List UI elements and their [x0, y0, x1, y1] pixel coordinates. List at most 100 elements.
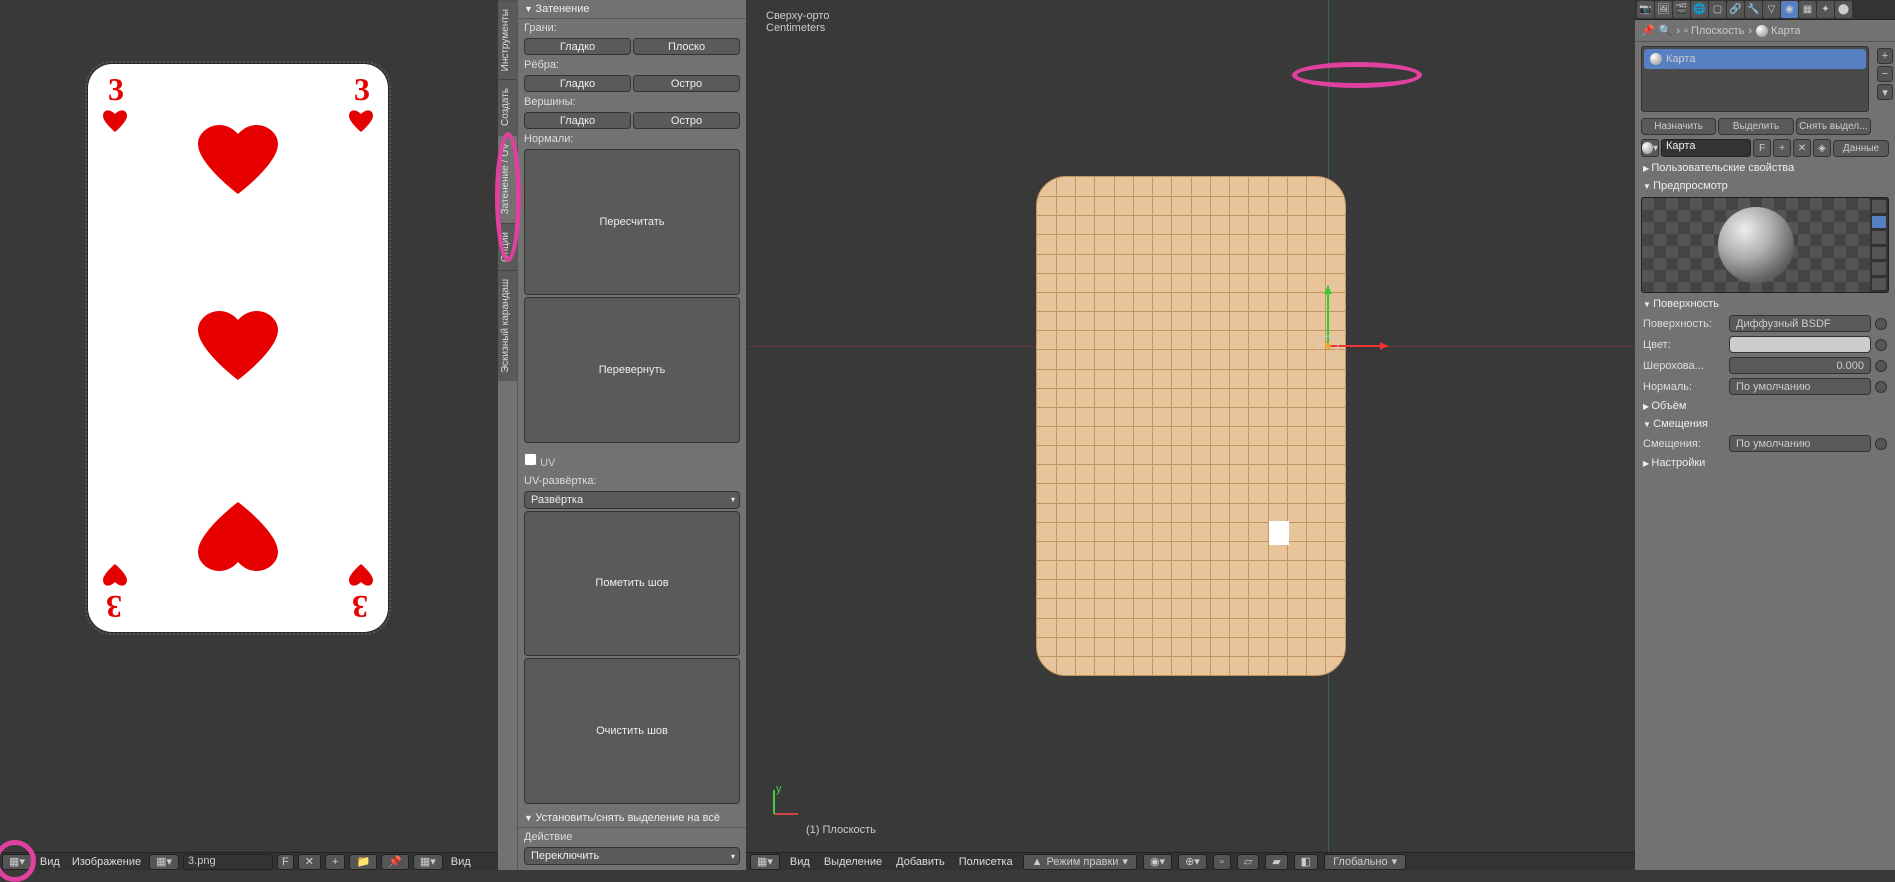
uv-canvas[interactable]: 3 3 3 3 — [0, 0, 498, 852]
remove-material-slot-button[interactable]: − — [1877, 66, 1893, 82]
preview-world-button[interactable] — [1871, 277, 1887, 292]
unwrap-dropdown[interactable]: Развёртка — [524, 491, 740, 509]
unlink-button[interactable]: ✕ — [298, 854, 321, 870]
open-button[interactable]: 📁 — [349, 854, 377, 870]
limit-selection[interactable]: ◧ — [1294, 854, 1318, 870]
preview-flat-button[interactable] — [1871, 199, 1887, 214]
verts-sharp-button[interactable]: Остро — [633, 112, 740, 129]
scene-tab-icon[interactable]: 🎬 — [1673, 1, 1690, 18]
search-icon[interactable]: 🔍 — [1659, 24, 1673, 37]
deselect-button[interactable]: Снять выдел... — [1796, 118, 1871, 135]
material-name-field[interactable]: Карта — [1661, 139, 1751, 157]
tab-options[interactable]: Опции — [498, 223, 517, 270]
world-tab-icon[interactable]: 🌐 — [1691, 1, 1708, 18]
menu-select[interactable]: Выделение — [820, 856, 886, 868]
tab-shading-uv[interactable]: Затенение / UV — [498, 134, 517, 222]
node-socket-icon[interactable] — [1875, 438, 1887, 450]
orientation-dropdown[interactable]: Глобально▾ — [1324, 854, 1406, 870]
data-tab-icon[interactable]: ▽ — [1763, 1, 1780, 18]
new-button[interactable]: + — [325, 854, 345, 870]
vertex-select-mode[interactable]: ▫ — [1213, 854, 1231, 870]
image-name-field[interactable]: 3.png — [183, 854, 273, 870]
texture-tab-icon[interactable]: ▦ — [1799, 1, 1816, 18]
menu-view2[interactable]: Вид — [447, 856, 475, 868]
image-browse[interactable]: ▦▾ — [149, 854, 179, 870]
verts-smooth-button[interactable]: Гладко — [524, 112, 631, 129]
viewport-canvas[interactable]: Сверху-орто Centimeters y (1) Плоскость — [746, 0, 1635, 852]
shading-panel-header[interactable]: Затенение — [518, 0, 746, 19]
preview-section[interactable]: Предпросмотр — [1635, 177, 1895, 195]
node-socket-icon[interactable] — [1875, 318, 1887, 330]
action-dropdown[interactable]: Переключить — [524, 847, 740, 865]
material-tab-icon[interactable]: ◉ — [1781, 1, 1798, 18]
menu-image[interactable]: Изображение — [68, 856, 145, 868]
pin-icon[interactable]: 📌 — [1641, 24, 1655, 37]
select-button[interactable]: Выделить — [1718, 118, 1793, 135]
data-button[interactable]: Данные — [1833, 140, 1889, 157]
render-layers-tab-icon[interactable]: 🖼 — [1655, 1, 1672, 18]
editor-type2-dropdown[interactable]: ▦▾ — [413, 854, 443, 870]
material-slot[interactable]: Карта — [1644, 49, 1866, 69]
edges-sharp-button[interactable]: Остро — [633, 75, 740, 92]
material-slot-menu-button[interactable]: ▾ — [1877, 84, 1893, 100]
face-select-mode[interactable]: ▰ — [1265, 854, 1287, 870]
color-picker[interactable] — [1729, 336, 1871, 353]
add-material-slot-button[interactable]: + — [1877, 48, 1893, 64]
clear-seam-button[interactable]: Очистить шов — [524, 658, 740, 804]
node-toggle-button[interactable]: ◈ — [1813, 139, 1831, 157]
settings-section[interactable]: Настройки — [1635, 454, 1895, 472]
mode-dropdown[interactable]: ▲Режим правки▾ — [1023, 854, 1137, 870]
editor-type-dropdown[interactable]: ▦▾ — [2, 854, 32, 870]
material-slot-list[interactable]: Карта — [1641, 46, 1869, 112]
mesh-plane[interactable] — [1036, 176, 1346, 676]
menu-view[interactable]: Вид — [36, 856, 64, 868]
menu-view[interactable]: Вид — [786, 856, 814, 868]
displacement-section[interactable]: Смещения — [1635, 415, 1895, 433]
node-socket-icon[interactable] — [1875, 360, 1887, 372]
node-socket-icon[interactable] — [1875, 339, 1887, 351]
edges-smooth-button[interactable]: Гладко — [524, 75, 631, 92]
pin-button[interactable]: 📌 — [381, 854, 409, 870]
preview-monkey-button[interactable] — [1871, 246, 1887, 261]
surface-section[interactable]: Поверхность — [1635, 295, 1895, 313]
tab-create[interactable]: Создать — [498, 79, 517, 134]
faces-flat-button[interactable]: Плоско — [633, 38, 740, 55]
editor-type-dropdown[interactable]: ▦▾ — [750, 854, 780, 870]
recalc-normals-button[interactable]: Пересчитать — [524, 149, 740, 295]
particles-tab-icon[interactable]: ✦ — [1817, 1, 1834, 18]
flip-normals-button[interactable]: Перевернуть — [524, 297, 740, 443]
custom-props-section[interactable]: Пользовательские свойства — [1635, 159, 1895, 177]
new-material-button[interactable]: + — [1773, 139, 1791, 157]
edge-select-mode[interactable]: ▱ — [1237, 854, 1259, 870]
modifiers-tab-icon[interactable]: 🔧 — [1745, 1, 1762, 18]
tab-grease-pencil[interactable]: Эскизный карандаш — [498, 270, 517, 381]
assign-button[interactable]: Назначить — [1641, 118, 1716, 135]
preview-cube-button[interactable] — [1871, 230, 1887, 245]
surface-shader-dropdown[interactable]: Диффузный BSDF — [1729, 315, 1871, 332]
pivot-dropdown[interactable]: ⊕▾ — [1178, 854, 1207, 870]
fake-user-button[interactable]: F — [1753, 139, 1771, 157]
faces-smooth-button[interactable]: Гладко — [524, 38, 631, 55]
uv-checkbox[interactable] — [524, 453, 537, 466]
physics-tab-icon[interactable]: ⬤ — [1835, 1, 1852, 18]
tab-tools[interactable]: Инструменты — [498, 0, 517, 79]
breadcrumb-object[interactable]: ▫ Плоскость — [1684, 25, 1744, 37]
normal-dropdown[interactable]: По умолчанию — [1729, 378, 1871, 395]
displacement-dropdown[interactable]: По умолчанию — [1729, 435, 1871, 452]
viewport-shading[interactable]: ◉▾ — [1143, 854, 1172, 870]
select-all-panel-header[interactable]: Установить/снять выделение на всё — [518, 809, 746, 828]
menu-mesh[interactable]: Полисетка — [955, 856, 1017, 868]
constraints-tab-icon[interactable]: 🔗 — [1727, 1, 1744, 18]
preview-hair-button[interactable] — [1871, 261, 1887, 276]
unlink-material-button[interactable]: ✕ — [1793, 139, 1811, 157]
node-socket-icon[interactable] — [1875, 381, 1887, 393]
mark-seam-button[interactable]: Пометить шов — [524, 511, 740, 657]
volume-section[interactable]: Объём — [1635, 397, 1895, 415]
preview-sphere-button[interactable] — [1871, 215, 1887, 230]
object-tab-icon[interactable]: ▢ — [1709, 1, 1726, 18]
render-tab-icon[interactable]: 📷 — [1637, 1, 1654, 18]
fake-user-button[interactable]: F — [277, 854, 294, 870]
menu-add[interactable]: Добавить — [892, 856, 949, 868]
breadcrumb-material[interactable]: Карта — [1756, 25, 1800, 37]
roughness-field[interactable]: 0.000 — [1729, 357, 1871, 374]
